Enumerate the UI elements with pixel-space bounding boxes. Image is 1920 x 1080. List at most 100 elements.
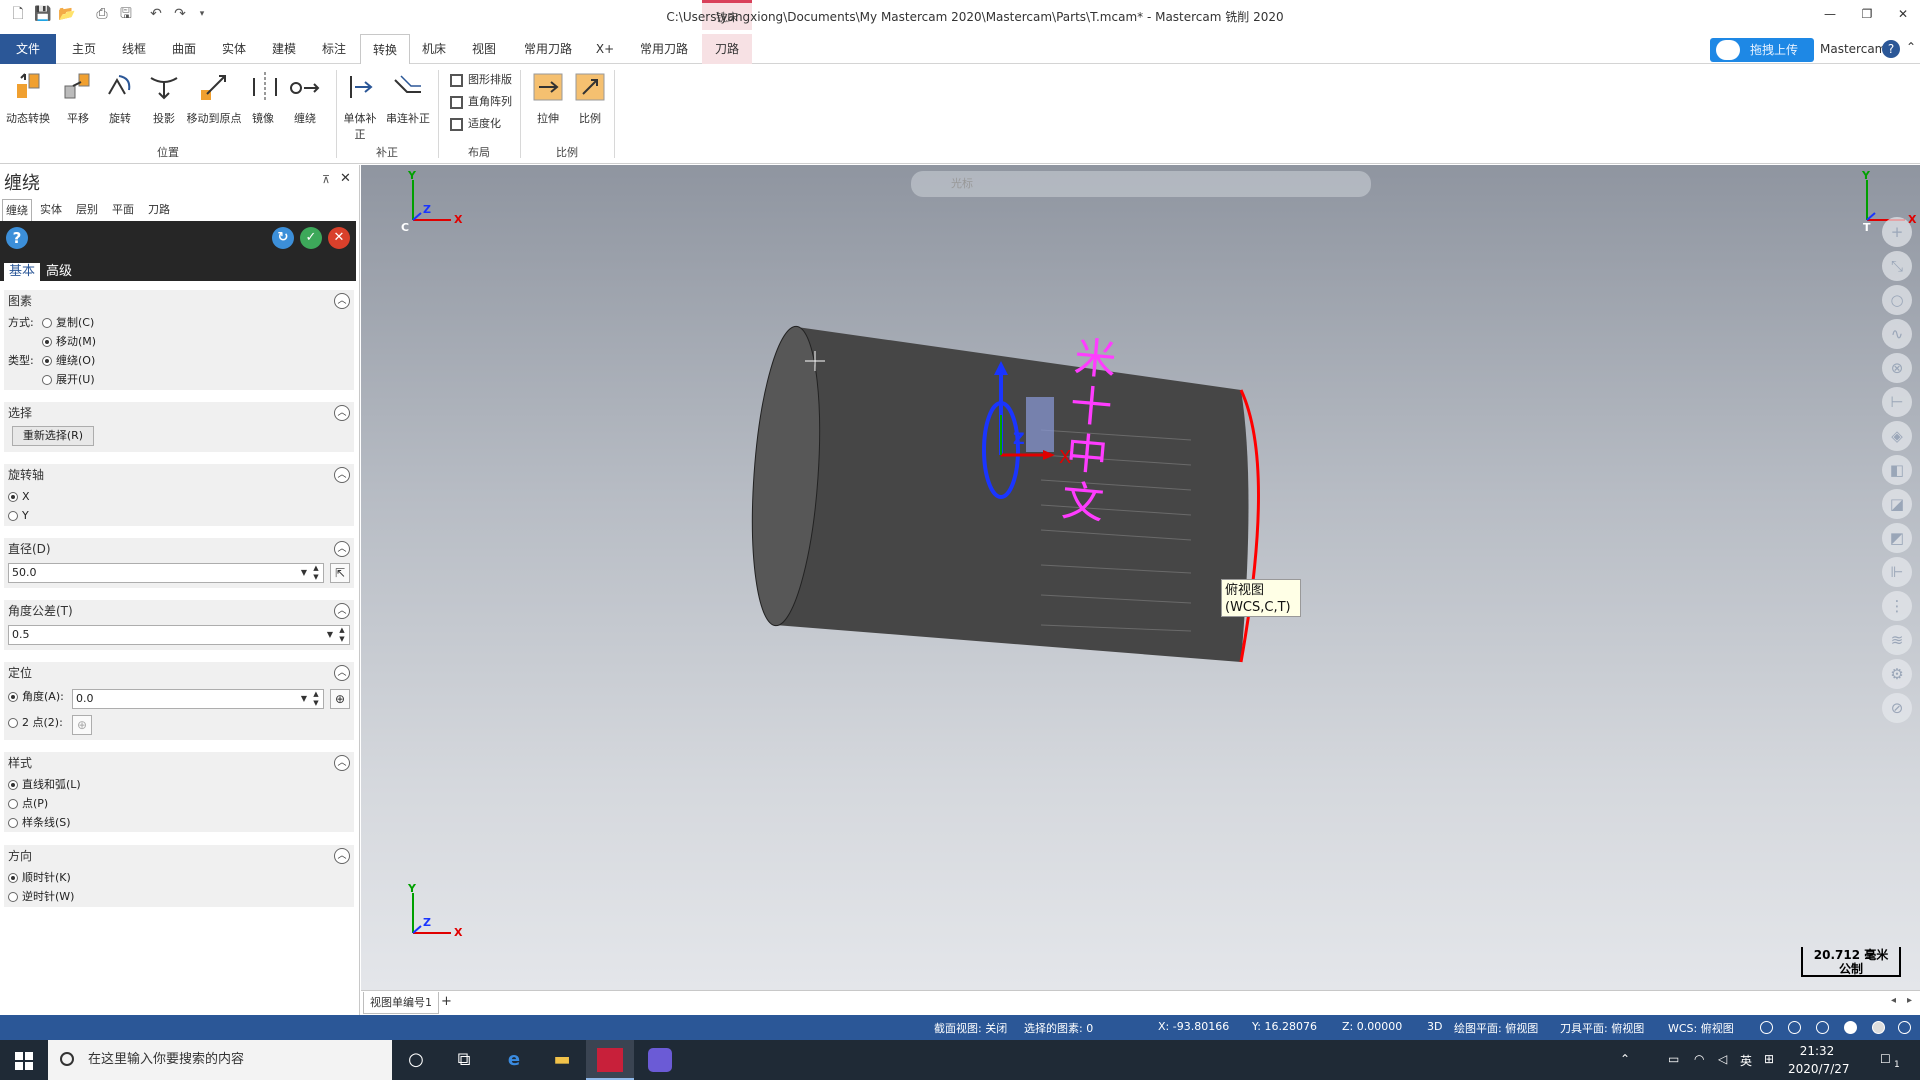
radio-lines-arcs-dot[interactable] bbox=[8, 780, 18, 790]
tab-wireframe[interactable]: 线框 bbox=[114, 34, 154, 64]
taskbar-search-input[interactable]: 在这里输入你要搜索的内容 bbox=[48, 1040, 392, 1080]
angle-input[interactable]: 0.0 ▼ ▲ ▼ bbox=[72, 689, 324, 709]
analyze-icon[interactable]: ⊗ bbox=[1882, 353, 1912, 383]
wcs-status[interactable]: WCS: 俯视图 bbox=[1668, 1020, 1734, 1036]
start-button[interactable] bbox=[0, 1040, 48, 1080]
dynamic-transform-button[interactable]: 动态转换 bbox=[6, 70, 50, 132]
shade-icon[interactable] bbox=[1844, 1021, 1857, 1034]
panel-tab-planes[interactable]: 平面 bbox=[108, 199, 138, 221]
subtab-basic[interactable]: 基本 bbox=[4, 263, 40, 281]
tab-common-toolpaths-2[interactable]: 常用刀路 bbox=[632, 34, 696, 64]
tab-file[interactable]: 文件 bbox=[0, 34, 56, 64]
radio-points[interactable]: 点(P) bbox=[8, 795, 48, 813]
pin-icon[interactable]: ⊼ bbox=[322, 173, 330, 186]
tab-view[interactable]: 视图 bbox=[464, 34, 504, 64]
spinner-icon[interactable]: ▲ ▼ bbox=[337, 626, 347, 644]
spinner-icon[interactable]: ▲ ▼ bbox=[311, 564, 321, 582]
radio-wrap[interactable]: 缠绕(O) bbox=[42, 352, 95, 370]
tab-solids[interactable]: 实体 bbox=[214, 34, 254, 64]
angle-tolerance-input[interactable]: 0.5 ▼ ▲ ▼ bbox=[8, 625, 350, 645]
render-icon[interactable] bbox=[1872, 1021, 1885, 1034]
tplane-status[interactable]: 刀具平面: 俯视图 bbox=[1560, 1020, 1644, 1036]
radio-axis-y[interactable]: Y bbox=[8, 507, 29, 525]
ime-mode-icon[interactable]: ⊞ bbox=[1764, 1052, 1774, 1066]
solid-icon[interactable]: ◧ bbox=[1882, 455, 1912, 485]
restore-button[interactable]: ❐ bbox=[1852, 4, 1882, 24]
shapes-icon[interactable]: ◪ bbox=[1882, 489, 1912, 519]
tab-drafting[interactable]: 标注 bbox=[314, 34, 354, 64]
ok-button[interactable]: ✓ bbox=[300, 227, 322, 249]
tab-x-plus[interactable]: X+ bbox=[588, 34, 622, 64]
globe-icon[interactable] bbox=[1816, 1021, 1829, 1034]
show-hidden-icons-icon[interactable]: ⌃ bbox=[1620, 1052, 1630, 1066]
radio-axis-x-dot[interactable] bbox=[8, 492, 18, 502]
help-icon[interactable]: ? bbox=[1882, 40, 1900, 58]
grid-icon[interactable]: ⋮ bbox=[1882, 591, 1912, 621]
pick-diameter-icon[interactable]: ⇱ bbox=[330, 563, 350, 583]
drag-upload-button[interactable]: 拖拽上传 bbox=[1710, 38, 1814, 62]
clock-time[interactable]: 21:32 bbox=[1788, 1044, 1846, 1058]
radio-angle-dot[interactable] bbox=[8, 692, 18, 702]
panel-tab-wrap[interactable]: 缠绕 bbox=[2, 199, 32, 221]
radio-counterclockwise[interactable]: 逆时针(W) bbox=[8, 888, 74, 906]
tab-model-prep[interactable]: 建模 bbox=[264, 34, 304, 64]
reselect-button[interactable]: 重新选择(R) bbox=[12, 426, 94, 446]
edge-browser-icon[interactable]: e bbox=[490, 1040, 538, 1080]
radio-axis-x[interactable]: X bbox=[8, 488, 30, 506]
clock-date[interactable]: 2020/7/27 bbox=[1788, 1062, 1850, 1076]
graphics-viewport[interactable]: 光标 米 十 中 文 Y X Z C Y X T Y X Z Z X 俯视图 (… bbox=[361, 165, 1920, 990]
radio-copy-dot[interactable] bbox=[42, 318, 52, 328]
wrap-button[interactable]: 缠绕 bbox=[288, 70, 322, 132]
scale-button[interactable]: 比例 bbox=[570, 70, 610, 132]
apply-button[interactable]: ↻ bbox=[272, 227, 294, 249]
dimension-icon[interactable]: ⊢ bbox=[1882, 387, 1912, 417]
radio-axis-y-dot[interactable] bbox=[8, 511, 18, 521]
chevron-down-icon[interactable]: ▼ bbox=[301, 690, 307, 708]
radio-splines-dot[interactable] bbox=[8, 818, 18, 828]
radio-two-point-dot[interactable] bbox=[8, 718, 18, 728]
radio-unroll[interactable]: 展开(U) bbox=[42, 371, 95, 389]
chevron-down-icon[interactable]: ▼ bbox=[301, 564, 307, 582]
curve-icon[interactable]: ∿ bbox=[1882, 319, 1912, 349]
project-button[interactable]: 投影 bbox=[144, 70, 184, 132]
radio-copy[interactable]: 复制(C) bbox=[42, 314, 94, 332]
radio-wrap-dot[interactable] bbox=[42, 356, 52, 366]
color-icon[interactable]: ◩ bbox=[1882, 523, 1912, 553]
collapse-angle-tolerance-icon[interactable]: ︿ bbox=[334, 603, 350, 619]
task-view-icon[interactable]: ⧉ bbox=[440, 1040, 488, 1080]
collapse-positioning-icon[interactable]: ︿ bbox=[334, 665, 350, 681]
panel-tab-toolpaths[interactable]: 刀路 bbox=[144, 199, 174, 221]
volume-icon[interactable]: ◁ bbox=[1718, 1052, 1727, 1066]
collapse-direction-icon[interactable]: ︿ bbox=[334, 848, 350, 864]
radio-angle[interactable]: 角度(A): bbox=[8, 688, 64, 706]
collapse-style-icon[interactable]: ︿ bbox=[334, 755, 350, 771]
panel-tab-solids[interactable]: 实体 bbox=[36, 199, 66, 221]
collapse-rotation-axis-icon[interactable]: ︿ bbox=[334, 467, 350, 483]
mirror-button[interactable]: 镜像 bbox=[248, 70, 278, 132]
radio-points-dot[interactable] bbox=[8, 799, 18, 809]
two-point-pick-icon[interactable]: ⊕ bbox=[72, 715, 92, 735]
layers-icon[interactable]: ≋ bbox=[1882, 625, 1912, 655]
radio-move[interactable]: 移动(M) bbox=[42, 333, 96, 351]
globe-icon[interactable] bbox=[1788, 1021, 1801, 1034]
diameter-input[interactable]: 50.0 ▼ ▲ ▼ bbox=[8, 563, 324, 583]
battery-icon[interactable]: ▭ bbox=[1668, 1052, 1679, 1066]
app-icon[interactable] bbox=[636, 1040, 684, 1080]
tab-machine[interactable]: 机床 bbox=[414, 34, 454, 64]
tab-common-toolpaths-1[interactable]: 常用刀路 bbox=[518, 34, 578, 64]
single-offset-button[interactable]: 单体补正 bbox=[340, 70, 380, 141]
notification-icon[interactable]: ☐ bbox=[1880, 1052, 1891, 1066]
mastercam-taskbar-icon[interactable] bbox=[586, 1040, 634, 1080]
chain-offset-button[interactable]: 串连补正 bbox=[386, 70, 430, 132]
block-icon[interactable]: ⊘ bbox=[1882, 693, 1912, 723]
subtab-advanced[interactable]: 高级 bbox=[46, 263, 72, 281]
spinner-icon[interactable]: ▲ ▼ bbox=[311, 690, 321, 708]
section-view-status[interactable]: 截面视图: 关闭 bbox=[934, 1020, 1007, 1036]
arrange-button[interactable]: 图形排版 bbox=[450, 70, 512, 90]
radio-unroll-dot[interactable] bbox=[42, 375, 52, 385]
settings-icon[interactable]: ⚙ bbox=[1882, 659, 1912, 689]
add-icon[interactable]: + bbox=[1882, 217, 1912, 247]
tab-surfaces[interactable]: 曲面 bbox=[164, 34, 204, 64]
file-explorer-icon[interactable]: ▬ bbox=[538, 1040, 586, 1080]
collapse-diameter-icon[interactable]: ︿ bbox=[334, 541, 350, 557]
